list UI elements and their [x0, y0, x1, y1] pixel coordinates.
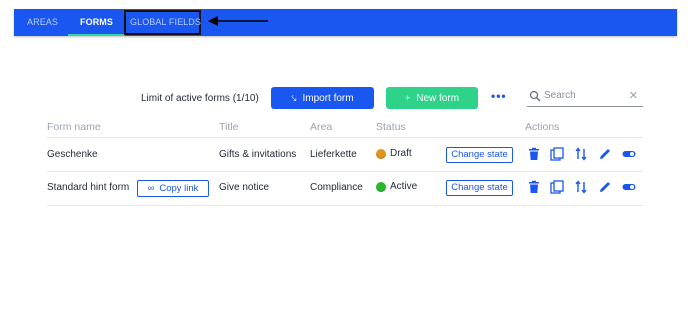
- reorder-icon[interactable]: [574, 147, 588, 161]
- new-form-button[interactable]: + New form: [386, 87, 478, 109]
- arrow-left-icon: [208, 16, 268, 26]
- table-divider: [47, 205, 643, 206]
- search-icon: [529, 90, 541, 102]
- header-area: Area: [310, 121, 333, 133]
- plus-icon: +: [404, 93, 411, 103]
- draft-status-icon: [376, 148, 386, 159]
- table-divider: [47, 137, 643, 138]
- tab-forms-label: FORMS: [80, 17, 113, 27]
- top-nav-bar: AREAS FORMS GLOBAL FIELDS: [14, 9, 677, 36]
- row-1-title: Gifts & invitations: [219, 149, 297, 160]
- toggle-icon[interactable]: [622, 180, 636, 194]
- active-status-icon: [376, 181, 386, 192]
- search-input[interactable]: [544, 90, 624, 101]
- header-title: Title: [219, 121, 239, 133]
- row-2-status-label: Active: [390, 181, 418, 192]
- row-2-status: Active: [376, 181, 417, 192]
- tab-forms[interactable]: FORMS: [68, 9, 125, 36]
- header-form-name: Form name: [47, 121, 101, 133]
- import-form-label: Import form: [302, 92, 354, 104]
- search-field[interactable]: ✕: [527, 88, 643, 107]
- table-divider: [47, 171, 643, 172]
- link-icon: ∞: [147, 183, 155, 194]
- copy-link-label: Copy link: [159, 183, 199, 194]
- new-form-label: New form: [416, 92, 460, 104]
- import-icon: ⤥: [291, 92, 297, 103]
- duplicate-icon[interactable]: [550, 180, 564, 194]
- row-1-area: Lieferkette: [310, 149, 357, 160]
- delete-icon[interactable]: [527, 147, 541, 161]
- edit-icon[interactable]: [598, 147, 612, 161]
- reorder-icon[interactable]: [574, 180, 588, 194]
- import-form-button[interactable]: ⤥ Import form: [271, 87, 374, 109]
- row-2-form-name: Standard hint form: [47, 182, 130, 193]
- active-tab-indicator: [68, 34, 125, 36]
- row-2-change-state-button[interactable]: Change state: [446, 180, 513, 196]
- tab-global-fields[interactable]: GLOBAL FIELDS: [130, 9, 201, 36]
- edit-icon[interactable]: [598, 180, 612, 194]
- row-2-area: Compliance: [310, 182, 363, 193]
- more-options-button[interactable]: •••: [491, 89, 507, 103]
- row-1-change-state-button[interactable]: Change state: [446, 147, 513, 163]
- duplicate-icon[interactable]: [550, 147, 564, 161]
- row-2-title: Give notice: [219, 182, 270, 193]
- header-actions: Actions: [525, 121, 560, 133]
- delete-icon[interactable]: [527, 180, 541, 194]
- row-1-form-name: Geschenke: [47, 149, 98, 160]
- active-forms-limit: Limit of active forms (1/10): [141, 93, 259, 104]
- copy-link-button[interactable]: ∞ Copy link: [137, 180, 209, 197]
- row-1-status: Draft: [376, 148, 412, 159]
- clear-icon[interactable]: ✕: [629, 89, 638, 102]
- header-status: Status: [376, 121, 406, 133]
- toggle-icon[interactable]: [622, 147, 636, 161]
- row-1-status-label: Draft: [390, 148, 412, 159]
- tab-areas[interactable]: AREAS: [27, 9, 58, 36]
